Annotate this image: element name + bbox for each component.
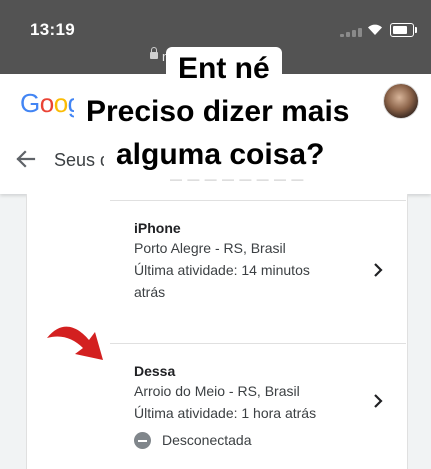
device-location: Arroio do Meio - RS, Brasil	[134, 383, 300, 399]
status-time: 13:19	[30, 20, 75, 39]
battery-icon	[390, 23, 417, 37]
avatar[interactable]	[384, 84, 418, 118]
chevron-right-icon[interactable]	[370, 262, 386, 278]
disconnected-icon	[134, 432, 151, 449]
device-name: Dessa	[134, 363, 176, 379]
device-last-activity: Última atividade: 1 hora atrás	[134, 405, 317, 421]
google-logo-letter: o	[39, 88, 54, 118]
google-logo-letter: o	[53, 88, 68, 118]
device-last-activity-cont: atrás	[134, 284, 166, 300]
device-location: Porto Alegre - RS, Brasil	[134, 240, 286, 256]
google-logo-letter: G	[20, 88, 40, 118]
chevron-right-icon[interactable]	[370, 393, 386, 409]
back-arrow-icon[interactable]	[14, 148, 36, 170]
lock-icon	[150, 47, 158, 59]
story-caption-line-1: Ent né	[166, 47, 282, 91]
device-item-iphone[interactable]: iPhone Porto Alegre - RS, Brasil Última …	[110, 200, 406, 343]
battery-level-fill	[393, 26, 407, 34]
device-status: Desconectada	[162, 432, 252, 448]
device-item-dessa[interactable]: Dessa Arroio do Meio - RS, Brasil Última…	[110, 343, 406, 469]
story-caption-line-3: alguma coisa?	[104, 133, 337, 177]
page-title: Seus d	[54, 150, 111, 170]
red-arrow-icon	[47, 326, 103, 360]
cellular-signal-icon	[340, 27, 364, 37]
device-name: iPhone	[134, 220, 181, 236]
device-last-activity: Última atividade: 14 minutos	[134, 262, 310, 278]
story-caption-line-2: Preciso dizer mais	[74, 90, 362, 134]
wifi-icon	[368, 24, 382, 35]
